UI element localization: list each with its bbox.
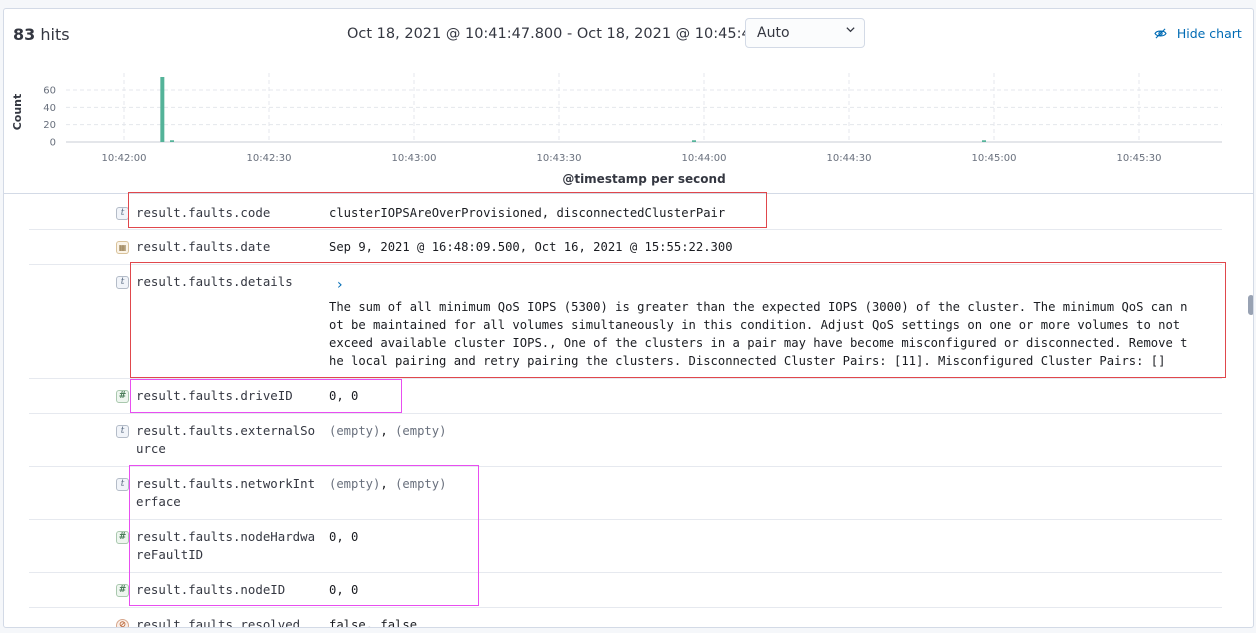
x-tick-label: 10:44:30	[827, 153, 872, 164]
field-name: result.faults.code	[136, 205, 271, 220]
histogram-bar[interactable]	[160, 77, 165, 142]
scrollbar-thumb[interactable]	[1248, 295, 1253, 315]
number-type-icon: #	[116, 584, 129, 597]
empty-value: (empty)	[395, 424, 447, 438]
chevron-down-icon	[845, 24, 856, 38]
field-name: result.faults.resolved	[136, 617, 301, 628]
y-tick-label: 0	[50, 138, 56, 149]
string-type-icon: t	[116, 207, 129, 220]
x-axis-label: @timestamp per second	[562, 172, 725, 186]
histogram-bar[interactable]	[170, 140, 174, 142]
x-tick-label: 10:44:00	[682, 153, 727, 164]
hide-chart-button[interactable]: Hide chart	[1154, 26, 1242, 41]
y-tick-label: 20	[43, 120, 56, 131]
field-name: result.faults.networkInterface	[136, 476, 316, 509]
x-tick-label: 10:43:30	[537, 153, 582, 164]
empty-value: (empty)	[329, 477, 381, 491]
document-fields-table: t result.faults.code clusterIOPSAreOverPro…	[4, 194, 1253, 627]
eye-closed-icon	[1154, 27, 1171, 41]
field-value: Sep 9, 2021 @ 16:48:09.500, Oct 16, 2021…	[329, 240, 733, 254]
x-tick-label: 10:42:00	[102, 153, 147, 164]
value-separator: ,	[380, 477, 396, 491]
empty-value: (empty)	[395, 477, 447, 491]
field-value: false, false	[329, 618, 418, 628]
field-name: result.faults.driveID	[136, 388, 293, 403]
y-tick-label: 40	[43, 103, 56, 114]
x-tick-label: 10:42:30	[247, 153, 292, 164]
histogram-bar[interactable]	[692, 140, 696, 142]
hits-label: hits	[40, 25, 70, 44]
field-name: result.faults.details	[136, 274, 293, 289]
string-type-icon: t	[116, 425, 129, 438]
x-tick-label: 10:45:00	[972, 153, 1017, 164]
histogram-bar[interactable]	[982, 140, 986, 142]
hide-chart-label: Hide chart	[1176, 26, 1242, 41]
interval-select[interactable]: Auto	[745, 18, 865, 48]
value-separator: ,	[380, 424, 396, 438]
date-type-icon: ▦	[116, 241, 129, 254]
field-value: clusterIOPSAreOverProvisioned, disconnec…	[329, 206, 726, 220]
field-name: result.faults.date	[136, 239, 271, 254]
time-range-display: Oct 18, 2021 @ 10:41:47.800 - Oct 18, 20…	[347, 26, 793, 42]
field-value: (empty), (empty)	[329, 422, 1189, 440]
hits-count: 83	[13, 25, 36, 44]
y-tick-label: 60	[43, 86, 56, 97]
y-axis-label: Count	[11, 94, 24, 131]
field-value: The sum of all minimum QoS IOPS (5300) i…	[329, 300, 1188, 368]
string-type-icon: t	[116, 478, 129, 491]
field-value: 0, 0	[329, 389, 359, 403]
expand-value-button[interactable]: ›	[337, 277, 343, 293]
number-type-icon: #	[116, 531, 129, 544]
field-value: 0, 0	[329, 530, 359, 544]
x-tick-label: 10:43:00	[392, 153, 437, 164]
interval-value: Auto	[757, 25, 790, 41]
field-name: result.faults.externalSource	[136, 423, 316, 456]
discover-panel: 83 hits Oct 18, 2021 @ 10:41:47.800 - Oc…	[3, 8, 1254, 628]
field-value: (empty), (empty)	[329, 475, 1189, 493]
string-type-icon: t	[116, 276, 129, 289]
hits-counter: 83 hits	[13, 25, 70, 44]
number-type-icon: #	[116, 390, 129, 403]
empty-value: (empty)	[329, 424, 381, 438]
field-name: result.faults.nodeID	[136, 582, 286, 597]
histogram-chart[interactable]: 0 20 40 60 10:42:00 10:42:30 10:43:00 10:43:30…	[4, 65, 1253, 193]
field-name: result.faults.nodeHardwareFaultID	[136, 529, 316, 562]
field-value: 0, 0	[329, 583, 359, 597]
x-tick-label: 10:45:30	[1117, 153, 1162, 164]
boolean-type-icon: ⊘	[116, 619, 129, 627]
